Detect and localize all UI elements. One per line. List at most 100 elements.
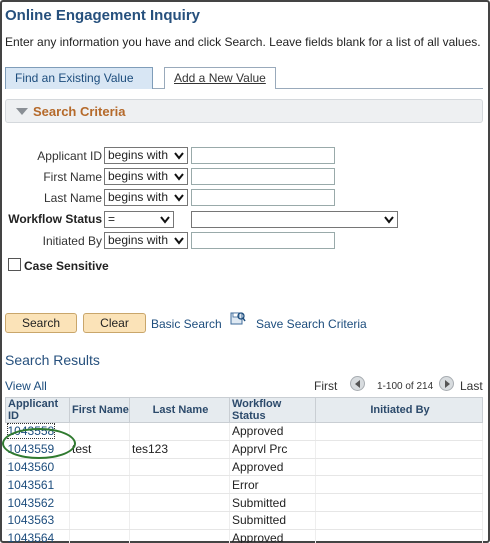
initiated-by-cell (315, 511, 483, 530)
last-name-operator-value: begins with (108, 190, 169, 204)
next-arrow-icon (445, 380, 450, 388)
workflow-status-cell: Submitted (229, 493, 316, 512)
chevron-down-icon (160, 216, 170, 224)
case-sensitive-label: Case Sensitive (24, 259, 109, 273)
first-name-cell: test (69, 440, 130, 459)
applicant-id-link[interactable]: 1043564 (8, 531, 55, 543)
initiated-by-label: Initiated By (42, 234, 102, 248)
view-all-link[interactable]: View All (5, 379, 47, 393)
workflow-status-cell: Approved (229, 422, 316, 441)
table-row[interactable]: 1043559 test tes123 Apprvl Prc (5, 440, 483, 459)
applicant-id-link[interactable]: 1043560 (8, 460, 55, 474)
applicant-id-cell[interactable]: 1043563 (5, 511, 70, 530)
applicant-id-cell[interactable]: 1043558 (5, 422, 70, 441)
first-name-cell (69, 422, 130, 441)
results-nav-bar: View All First 1-100 of 214 Last (5, 374, 483, 396)
last-name-cell (129, 493, 230, 512)
last-page-label: Last (460, 379, 483, 393)
last-name-cell (129, 458, 230, 477)
chevron-down-icon (174, 152, 184, 160)
previous-page-button[interactable] (350, 376, 365, 391)
first-name-input[interactable] (191, 168, 335, 185)
applicant-id-link[interactable]: 1043561 (8, 478, 55, 492)
results-header-row: Applicant ID First Name Last Name Workfl… (5, 397, 483, 423)
first-page-label: First (314, 379, 338, 393)
applicant-id-operator-value: begins with (108, 148, 169, 162)
first-name-operator-select[interactable]: begins with (104, 168, 188, 185)
initiated-by-cell (315, 440, 483, 459)
workflow-status-cell: Submitted (229, 511, 316, 530)
tab-add-new-value[interactable]: Add a New Value (164, 67, 276, 89)
first-name-cell (69, 493, 130, 512)
search-button[interactable]: Search (5, 313, 77, 333)
case-sensitive-checkbox[interactable] (8, 258, 21, 271)
basic-search-link[interactable]: Basic Search (151, 317, 222, 331)
workflow-status-cell: Approved (229, 458, 316, 477)
clear-button[interactable]: Clear (83, 313, 146, 333)
chevron-down-icon (174, 194, 184, 202)
applicant-id-link[interactable]: 1043562 (8, 496, 55, 510)
col-workflow-status[interactable]: Workflow Status (229, 397, 316, 423)
applicant-id-link[interactable]: 1043563 (8, 513, 55, 527)
table-row[interactable]: 1043564 Approved (5, 529, 483, 543)
applicant-id-link[interactable]: 1043559 (8, 442, 55, 456)
last-name-cell (129, 529, 230, 543)
tab-add-new-value-label: Add a New Value (174, 71, 266, 85)
search-results-title: Search Results (5, 352, 100, 368)
initiated-by-cell (315, 529, 483, 543)
last-name-cell: tes123 (129, 440, 230, 459)
initiated-by-input[interactable] (191, 232, 335, 249)
results-range: 1-100 of 214 (377, 381, 434, 392)
save-search-icon[interactable] (230, 310, 246, 326)
applicant-id-cell[interactable]: 1043562 (5, 493, 70, 512)
collapse-triangle-icon[interactable] (16, 108, 28, 115)
col-applicant-id[interactable]: Applicant ID (5, 397, 70, 423)
last-name-cell (129, 511, 230, 530)
next-page-button[interactable] (439, 376, 454, 391)
applicant-id-cell[interactable]: 1043561 (5, 475, 70, 495)
table-row[interactable]: 1043560 Approved (5, 458, 483, 477)
col-first-name[interactable]: First Name (69, 397, 130, 423)
table-row[interactable]: 1043562 Submitted (5, 493, 483, 512)
applicant-id-operator-select[interactable]: begins with (104, 147, 188, 164)
last-name-operator-select[interactable]: begins with (104, 189, 188, 206)
first-name-cell (69, 475, 130, 495)
last-name-label: Last Name (43, 191, 102, 205)
workflow-status-cell: Error (229, 475, 316, 495)
workflow-status-value-select[interactable] (191, 211, 398, 228)
save-search-criteria-link[interactable]: Save Search Criteria (256, 317, 367, 331)
workflow-status-cell: Apprvl Prc (229, 440, 316, 459)
col-initiated-by[interactable]: Initiated By (315, 397, 483, 423)
initiated-by-operator-value: begins with (108, 233, 169, 247)
last-name-cell (129, 422, 230, 441)
applicant-id-input[interactable] (191, 147, 335, 164)
last-name-input[interactable] (191, 189, 335, 206)
table-row[interactable]: 1043561 Error (5, 475, 483, 495)
workflow-status-operator-select[interactable]: = (104, 211, 174, 228)
first-name-cell (69, 529, 130, 543)
col-last-name[interactable]: Last Name (129, 397, 230, 423)
instructions-text: Enter any information you have and click… (5, 35, 481, 49)
workflow-status-cell: Approved (229, 529, 316, 543)
initiated-by-operator-select[interactable]: begins with (104, 232, 188, 249)
workflow-status-label: Workflow Status (8, 212, 102, 226)
search-criteria-title: Search Criteria (33, 104, 126, 119)
table-row[interactable]: 1043558 Approved (5, 422, 483, 441)
applicant-id-cell[interactable]: 1043559 (5, 440, 70, 459)
initiated-by-cell (315, 493, 483, 512)
results-table: Applicant ID First Name Last Name Workfl… (5, 397, 483, 543)
tab-bar: Find an Existing Value Add a New Value (5, 67, 483, 89)
applicant-id-cell[interactable]: 1043560 (5, 458, 70, 477)
initiated-by-cell (315, 475, 483, 495)
first-name-label: First Name (43, 170, 102, 184)
first-name-cell (69, 511, 130, 530)
first-name-cell (69, 458, 130, 477)
tab-find-existing-value[interactable]: Find an Existing Value (5, 67, 153, 89)
applicant-id-cell[interactable]: 1043564 (5, 529, 70, 543)
page-title: Online Engagement Inquiry (5, 7, 201, 24)
applicant-id-link[interactable]: 1043558 (6, 423, 56, 440)
chevron-down-icon (174, 237, 184, 245)
table-row[interactable]: 1043563 Submitted (5, 511, 483, 530)
search-criteria-header[interactable]: Search Criteria (5, 99, 483, 123)
workflow-status-operator-value: = (108, 212, 116, 226)
